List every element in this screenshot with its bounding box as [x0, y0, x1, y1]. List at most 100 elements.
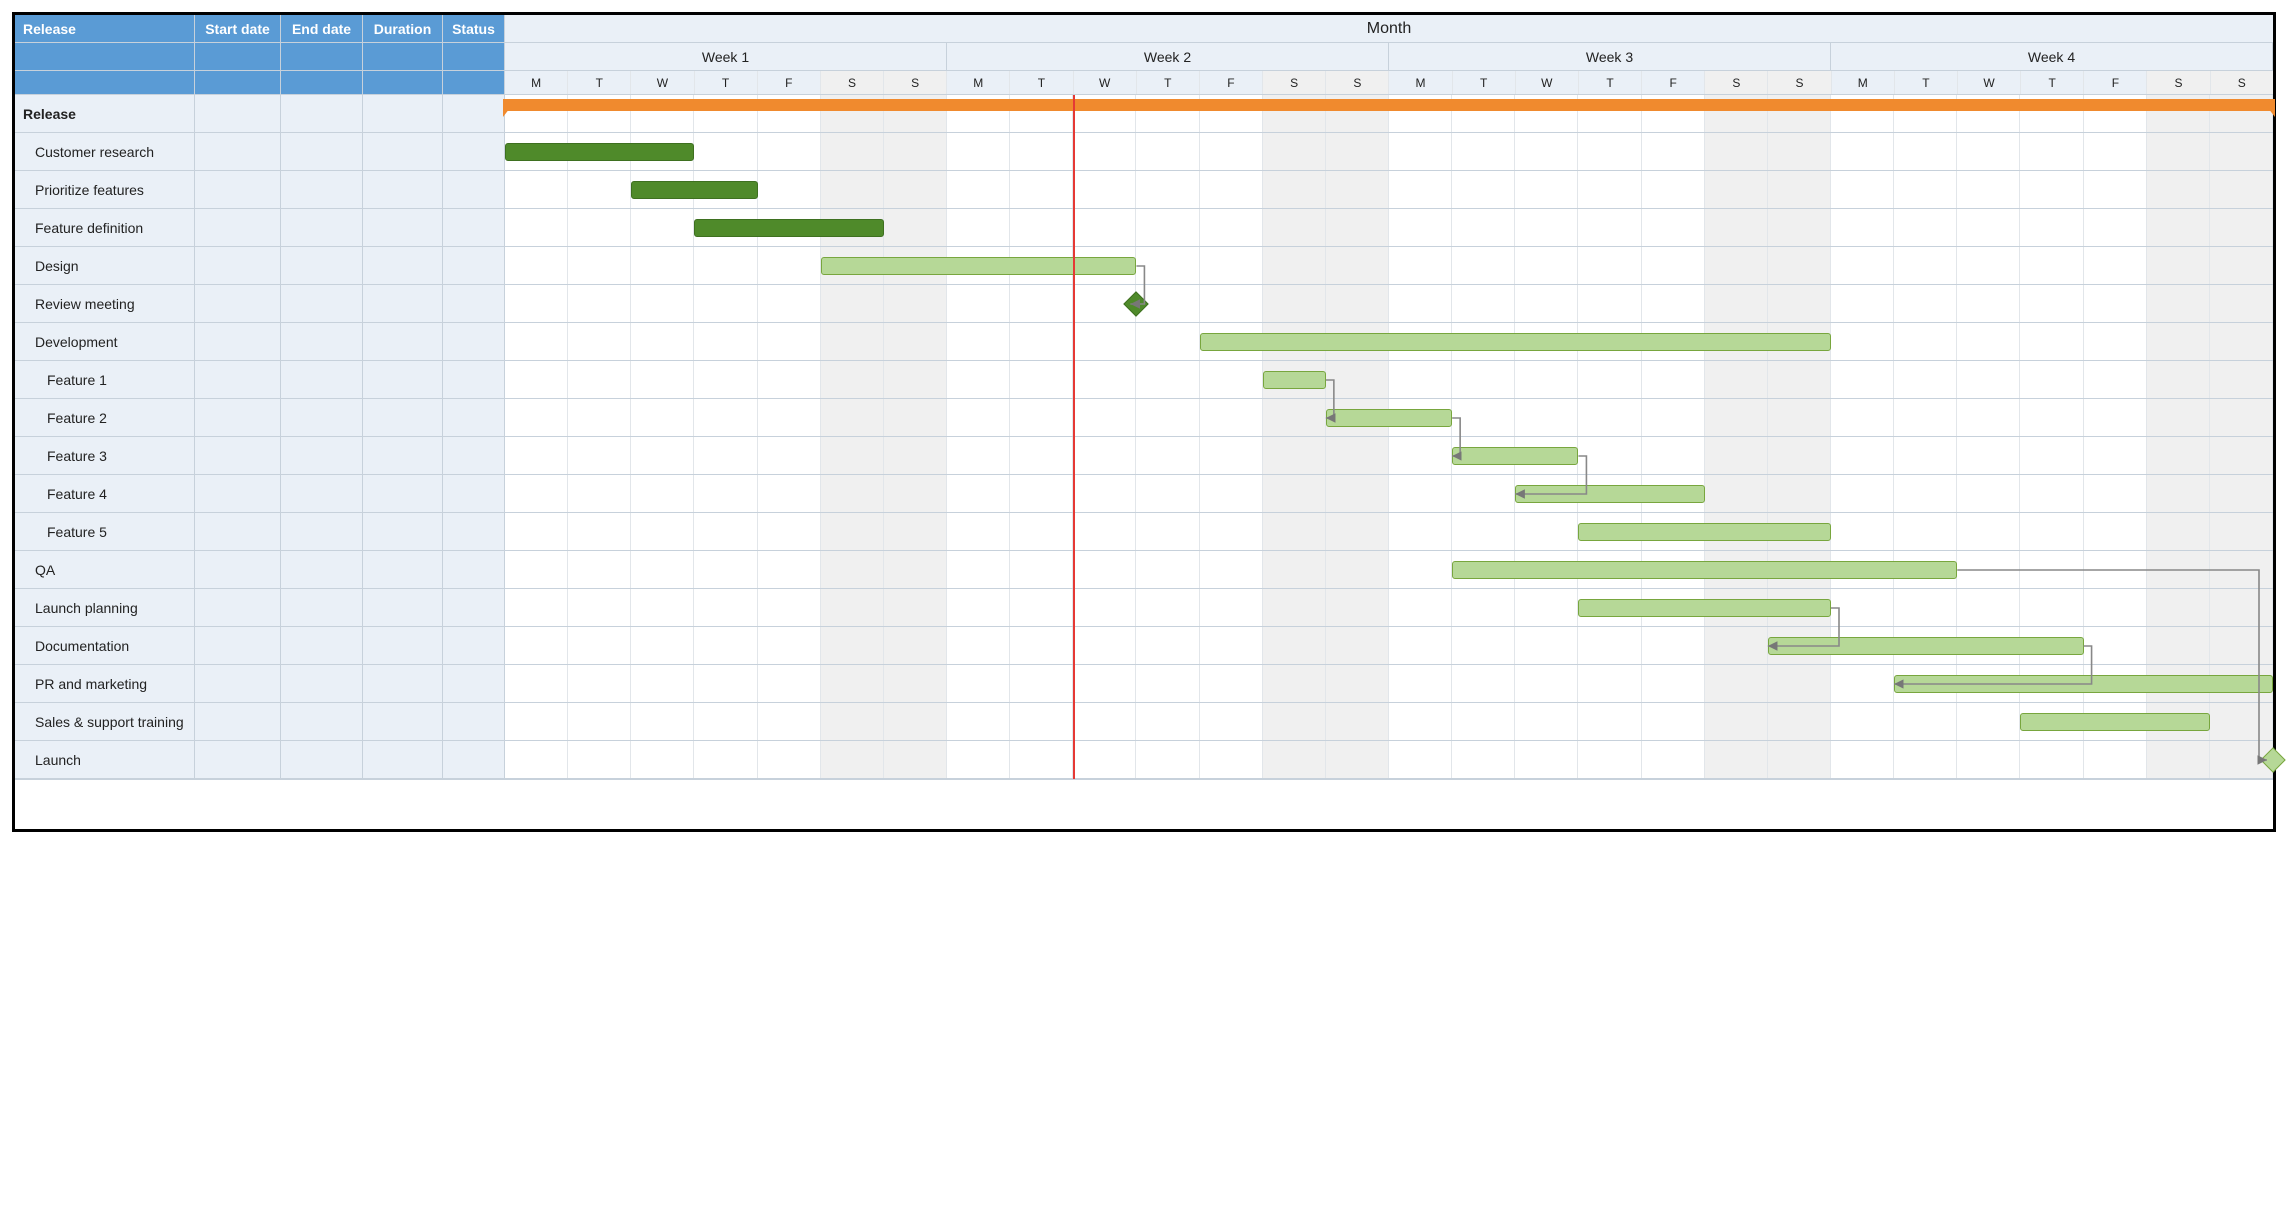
task-name-cell[interactable]: Feature 1 [15, 361, 195, 398]
gantt-bar[interactable] [1578, 599, 1831, 617]
task-end-cell[interactable] [281, 437, 363, 474]
task-end-cell[interactable] [281, 133, 363, 170]
gantt-bar[interactable] [1200, 333, 1831, 351]
task-name-cell[interactable]: Launch planning [15, 589, 195, 626]
gantt-bar[interactable] [1894, 675, 2273, 693]
gantt-bar[interactable] [631, 181, 757, 199]
task-dur-cell[interactable] [363, 95, 443, 132]
task-stat-cell[interactable] [443, 665, 505, 702]
task-dur-cell[interactable] [363, 133, 443, 170]
task-end-cell[interactable] [281, 703, 363, 740]
task-dur-cell[interactable] [363, 665, 443, 702]
task-name-cell[interactable]: Prioritize features [15, 171, 195, 208]
task-name-cell[interactable]: Sales & support training [15, 703, 195, 740]
gantt-summary-bar[interactable] [505, 99, 2273, 111]
task-dur-cell[interactable] [363, 627, 443, 664]
task-end-cell[interactable] [281, 209, 363, 246]
task-start-cell[interactable] [195, 437, 281, 474]
task-dur-cell[interactable] [363, 399, 443, 436]
task-start-cell[interactable] [195, 171, 281, 208]
gantt-bar[interactable] [1326, 409, 1452, 427]
task-stat-cell[interactable] [443, 247, 505, 284]
task-end-cell[interactable] [281, 361, 363, 398]
task-dur-cell[interactable] [363, 513, 443, 550]
task-dur-cell[interactable] [363, 437, 443, 474]
task-name-cell[interactable]: Feature 3 [15, 437, 195, 474]
task-start-cell[interactable] [195, 703, 281, 740]
task-stat-cell[interactable] [443, 399, 505, 436]
task-name-cell[interactable]: Review meeting [15, 285, 195, 322]
gantt-bar[interactable] [2020, 713, 2209, 731]
task-name-cell[interactable]: Feature 5 [15, 513, 195, 550]
task-end-cell[interactable] [281, 475, 363, 512]
task-stat-cell[interactable] [443, 285, 505, 322]
task-name-cell[interactable]: Release [15, 95, 195, 132]
gantt-bar[interactable] [1452, 447, 1578, 465]
task-dur-cell[interactable] [363, 551, 443, 588]
task-end-cell[interactable] [281, 399, 363, 436]
task-stat-cell[interactable] [443, 437, 505, 474]
task-end-cell[interactable] [281, 551, 363, 588]
task-start-cell[interactable] [195, 399, 281, 436]
task-stat-cell[interactable] [443, 513, 505, 550]
task-stat-cell[interactable] [443, 703, 505, 740]
task-stat-cell[interactable] [443, 627, 505, 664]
task-dur-cell[interactable] [363, 323, 443, 360]
task-start-cell[interactable] [195, 323, 281, 360]
task-name-cell[interactable]: Feature definition [15, 209, 195, 246]
task-stat-cell[interactable] [443, 361, 505, 398]
task-name-cell[interactable]: Customer research [15, 133, 195, 170]
task-name-cell[interactable]: Feature 2 [15, 399, 195, 436]
task-stat-cell[interactable] [443, 551, 505, 588]
task-start-cell[interactable] [195, 551, 281, 588]
task-dur-cell[interactable] [363, 209, 443, 246]
task-start-cell[interactable] [195, 513, 281, 550]
task-start-cell[interactable] [195, 741, 281, 778]
task-start-cell[interactable] [195, 133, 281, 170]
gantt-bar[interactable] [694, 219, 883, 237]
gantt-bar[interactable] [1578, 523, 1831, 541]
task-start-cell[interactable] [195, 95, 281, 132]
task-name-cell[interactable]: Feature 4 [15, 475, 195, 512]
task-start-cell[interactable] [195, 209, 281, 246]
task-end-cell[interactable] [281, 285, 363, 322]
gantt-bar[interactable] [821, 257, 1137, 275]
task-dur-cell[interactable] [363, 741, 443, 778]
task-stat-cell[interactable] [443, 209, 505, 246]
task-name-cell[interactable]: Design [15, 247, 195, 284]
task-start-cell[interactable] [195, 589, 281, 626]
task-end-cell[interactable] [281, 741, 363, 778]
task-stat-cell[interactable] [443, 589, 505, 626]
gantt-bar[interactable] [505, 143, 694, 161]
task-end-cell[interactable] [281, 665, 363, 702]
gantt-bar[interactable] [1515, 485, 1704, 503]
task-start-cell[interactable] [195, 361, 281, 398]
task-end-cell[interactable] [281, 627, 363, 664]
task-dur-cell[interactable] [363, 361, 443, 398]
task-start-cell[interactable] [195, 475, 281, 512]
task-dur-cell[interactable] [363, 247, 443, 284]
task-dur-cell[interactable] [363, 475, 443, 512]
task-name-cell[interactable]: PR and marketing [15, 665, 195, 702]
task-dur-cell[interactable] [363, 589, 443, 626]
task-name-cell[interactable]: Development [15, 323, 195, 360]
task-end-cell[interactable] [281, 95, 363, 132]
task-stat-cell[interactable] [443, 133, 505, 170]
task-end-cell[interactable] [281, 323, 363, 360]
task-dur-cell[interactable] [363, 285, 443, 322]
gantt-bar[interactable] [1263, 371, 1326, 389]
task-start-cell[interactable] [195, 627, 281, 664]
task-start-cell[interactable] [195, 665, 281, 702]
task-name-cell[interactable]: QA [15, 551, 195, 588]
task-start-cell[interactable] [195, 285, 281, 322]
task-stat-cell[interactable] [443, 475, 505, 512]
task-name-cell[interactable]: Documentation [15, 627, 195, 664]
task-end-cell[interactable] [281, 589, 363, 626]
task-stat-cell[interactable] [443, 741, 505, 778]
gantt-bar[interactable] [1452, 561, 1957, 579]
task-stat-cell[interactable] [443, 323, 505, 360]
task-dur-cell[interactable] [363, 171, 443, 208]
task-stat-cell[interactable] [443, 95, 505, 132]
task-dur-cell[interactable] [363, 703, 443, 740]
task-start-cell[interactable] [195, 247, 281, 284]
